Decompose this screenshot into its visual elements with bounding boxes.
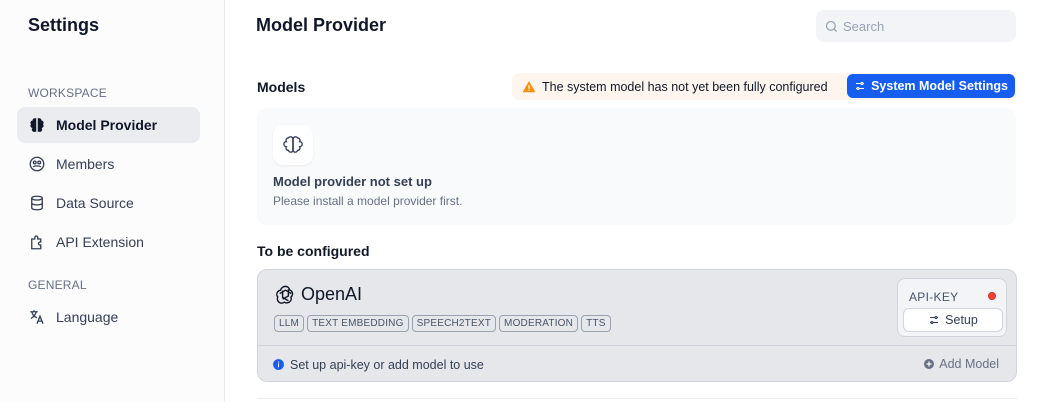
sidebar-item-label: Members — [56, 156, 115, 172]
sliders-icon — [856, 81, 865, 91]
api-key-panel: API-KEY Setup — [897, 278, 1007, 337]
empty-state-title: Model provider not set up — [273, 174, 432, 189]
system-model-settings-label: System Model Settings — [871, 79, 1008, 93]
tag-speech2text: SPEECH2TEXT — [411, 315, 497, 332]
empty-state: Model provider not set up Please install… — [257, 108, 1016, 225]
brain-outline-icon — [273, 125, 313, 165]
sidebar: Settings WORKSPACE Model Provider Member… — [0, 0, 225, 402]
setup-label: Setup — [945, 313, 978, 327]
sidebar-item-model-provider[interactable]: Model Provider — [17, 107, 200, 143]
provider-card-openai: OpenAI LLM TEXT EMBEDDING SPEECH2TEXT MO… — [257, 269, 1017, 382]
sidebar-item-label: Data Source — [56, 195, 134, 211]
setup-hint: Set up api-key or add model to use — [272, 358, 484, 372]
info-icon — [273, 359, 284, 370]
translate-icon — [28, 308, 46, 326]
tag-tts: TTS — [581, 315, 611, 332]
warning-text: The system model has not yet been fully … — [542, 79, 828, 94]
capability-tags: LLM TEXT EMBEDDING SPEECH2TEXT MODERATIO… — [274, 315, 611, 332]
sidebar-item-api-extension[interactable]: API Extension — [17, 224, 200, 260]
brain-icon — [28, 116, 46, 134]
models-heading: Models — [257, 79, 306, 95]
warning-icon — [522, 80, 536, 92]
database-icon — [28, 194, 46, 212]
divider — [257, 398, 1017, 399]
page-title: Model Provider — [256, 15, 387, 35]
provider-card-footer: Set up api-key or add model to use Add M… — [258, 345, 1016, 381]
add-model-button[interactable]: Add Model — [923, 357, 999, 371]
setup-hint-text: Set up api-key or add model to use — [290, 357, 484, 372]
openai-icon — [276, 285, 294, 304]
section-workspace-label: WORKSPACE — [28, 86, 107, 100]
puzzle-icon — [28, 233, 46, 251]
sidebar-item-label: Model Provider — [56, 117, 158, 133]
add-model-label: Add Model — [939, 357, 999, 371]
sidebar-item-data-source[interactable]: Data Source — [17, 185, 200, 221]
search-box[interactable] — [816, 10, 1016, 42]
members-icon — [28, 155, 46, 173]
sidebar-item-language[interactable]: Language — [17, 299, 200, 335]
tag-text-embedding: TEXT EMBEDDING — [307, 315, 409, 332]
to-be-configured-heading: To be configured — [257, 243, 370, 259]
plus-circle-icon — [924, 359, 935, 369]
system-model-settings-button[interactable]: System Model Settings — [847, 74, 1015, 98]
api-key-label: API-KEY — [909, 290, 959, 304]
sidebar-item-label: Language — [56, 309, 119, 325]
tag-moderation: MODERATION — [499, 315, 579, 332]
api-key-status-dot — [988, 292, 996, 300]
tag-llm: LLM — [274, 315, 305, 332]
openai-logo: OpenAI — [274, 283, 362, 306]
search-input[interactable] — [843, 18, 1003, 34]
empty-state-description: Please install a model provider first. — [273, 194, 463, 208]
section-general-label: GENERAL — [28, 278, 87, 292]
setup-button[interactable]: Setup — [903, 308, 1003, 332]
sliders-icon — [930, 315, 939, 325]
provider-name: OpenAI — [301, 284, 363, 304]
sidebar-item-label: API Extension — [56, 234, 144, 250]
sidebar-title: Settings — [28, 15, 100, 35]
search-icon — [825, 20, 837, 32]
sidebar-item-members[interactable]: Members — [17, 146, 200, 182]
